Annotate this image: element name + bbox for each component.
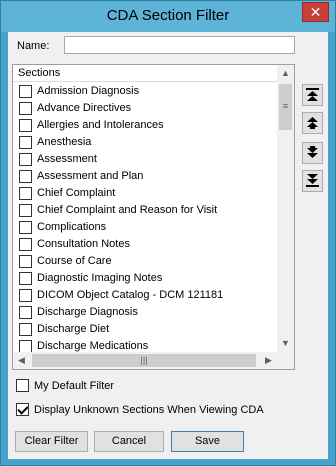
- scroll-left-arrow-icon[interactable]: ◀: [13, 352, 30, 369]
- section-label: Assessment and Plan: [37, 170, 144, 182]
- name-input[interactable]: [64, 36, 295, 54]
- section-label: Allergies and Intolerances: [37, 119, 164, 131]
- section-label: Course of Care: [37, 255, 112, 267]
- section-checkbox[interactable]: [19, 238, 32, 251]
- display-unknown-label: Display Unknown Sections When Viewing CD…: [34, 404, 264, 416]
- move-up-icon: [307, 117, 318, 129]
- sections-column-header[interactable]: Sections: [13, 65, 277, 82]
- section-list-item[interactable]: Assessment: [13, 151, 277, 168]
- move-to-top-button[interactable]: [302, 84, 323, 106]
- move-down-button[interactable]: [302, 142, 323, 164]
- section-label: Advance Directives: [37, 102, 132, 114]
- section-list-item[interactable]: Anesthesia: [13, 134, 277, 151]
- section-label: Admission Diagnosis: [37, 85, 140, 97]
- scrollbar-corner: [277, 352, 294, 369]
- scroll-right-arrow-icon[interactable]: ▶: [260, 352, 277, 369]
- section-list-item[interactable]: Consultation Notes: [13, 236, 277, 253]
- section-checkbox[interactable]: [19, 221, 32, 234]
- scroll-down-arrow-icon[interactable]: ▼: [277, 335, 294, 352]
- cancel-button[interactable]: Cancel: [94, 431, 164, 452]
- section-checkbox[interactable]: [19, 85, 32, 98]
- section-label: Discharge Diet: [37, 323, 110, 335]
- name-label: Name:: [17, 40, 50, 52]
- section-label: DICOM Object Catalog - DCM 121181: [37, 289, 224, 301]
- scroll-up-arrow-icon[interactable]: ▲: [277, 65, 294, 82]
- vertical-scrollbar[interactable]: ▲ ≡ ▼: [277, 65, 294, 352]
- move-to-bottom-button[interactable]: [302, 170, 323, 192]
- dialog-window: CDA Section Filter ✕ Name: Sections Admi…: [0, 0, 336, 466]
- section-checkbox[interactable]: [19, 323, 32, 336]
- section-checkbox[interactable]: [19, 153, 32, 166]
- section-label: Chief Complaint and Reason for Visit: [37, 204, 218, 216]
- section-list-item[interactable]: Chief Complaint: [13, 185, 277, 202]
- section-label: Complications: [37, 221, 107, 233]
- section-label: Chief Complaint: [37, 187, 116, 199]
- section-label: Consultation Notes: [37, 238, 130, 250]
- section-list-item[interactable]: Course of Care: [13, 253, 277, 270]
- default-filter-checkbox[interactable]: [16, 379, 29, 392]
- section-label: Discharge Medications: [37, 340, 149, 352]
- section-list-item[interactable]: Discharge Diet: [13, 321, 277, 338]
- display-unknown-checkbox[interactable]: [16, 403, 29, 416]
- section-list-item[interactable]: DICOM Object Catalog - DCM 121181: [13, 287, 277, 304]
- move-down-icon: [307, 146, 318, 158]
- section-label: Assessment: [37, 153, 97, 165]
- section-label: Diagnostic Imaging Notes: [37, 272, 163, 284]
- move-up-button[interactable]: [302, 112, 323, 134]
- section-checkbox[interactable]: [19, 119, 32, 132]
- section-list-item[interactable]: Admission Diagnosis: [13, 83, 277, 100]
- section-label: Anesthesia: [37, 136, 92, 148]
- section-checkbox[interactable]: [19, 170, 32, 183]
- horizontal-scrollbar[interactable]: ◀ ||| ▶: [13, 352, 277, 369]
- section-list-item[interactable]: Allergies and Intolerances: [13, 117, 277, 134]
- section-list-item[interactable]: Complications: [13, 219, 277, 236]
- section-checkbox[interactable]: [19, 136, 32, 149]
- move-to-bottom-icon: [306, 174, 319, 187]
- clear-filter-button[interactable]: Clear Filter: [15, 431, 88, 452]
- window-title: CDA Section Filter: [106, 7, 230, 24]
- sections-listbox[interactable]: Sections Admission Diagnosis Advance Dire…: [12, 64, 295, 370]
- default-filter-label: My Default Filter: [34, 380, 115, 392]
- section-checkbox[interactable]: [19, 289, 32, 302]
- section-checkbox[interactable]: [19, 272, 32, 285]
- horizontal-scroll-thumb[interactable]: |||: [32, 354, 256, 367]
- title-bar[interactable]: CDA Section Filter ✕: [1, 1, 335, 32]
- section-label: Discharge Diagnosis: [37, 306, 138, 318]
- section-checkbox[interactable]: [19, 187, 32, 200]
- section-checkbox[interactable]: [19, 255, 32, 268]
- section-checkbox[interactable]: [19, 306, 32, 319]
- section-list-item[interactable]: Assessment and Plan: [13, 168, 277, 185]
- close-button[interactable]: ✕: [302, 2, 329, 22]
- section-checkbox[interactable]: [19, 204, 32, 217]
- section-checkbox[interactable]: [19, 102, 32, 115]
- section-list-item[interactable]: Chief Complaint and Reason for Visit: [13, 202, 277, 219]
- section-list-item[interactable]: Diagnostic Imaging Notes: [13, 270, 277, 287]
- sections-list: Admission Diagnosis Advance Directives All…: [13, 83, 277, 355]
- move-to-top-icon: [306, 88, 319, 101]
- vertical-scroll-thumb[interactable]: ≡: [279, 84, 292, 130]
- save-button[interactable]: Save: [171, 431, 244, 452]
- dialog-body: Name: Sections Admission Diagnosis Advanc…: [8, 32, 328, 459]
- section-list-item[interactable]: Discharge Diagnosis: [13, 304, 277, 321]
- section-list-item[interactable]: Advance Directives: [13, 100, 277, 117]
